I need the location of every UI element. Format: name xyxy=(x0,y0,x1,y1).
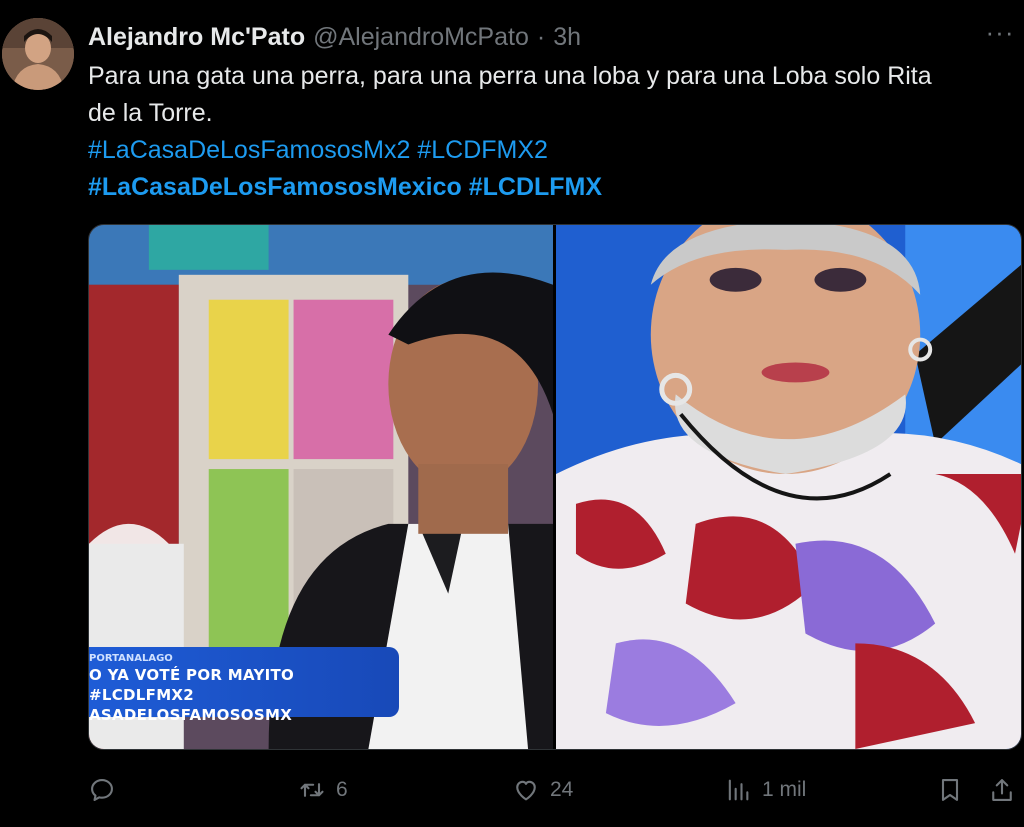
views-button[interactable]: 1 mil xyxy=(724,770,806,810)
retweet-count: 6 xyxy=(336,778,348,801)
tweet-text-line: Para una gata una perra, para una perra … xyxy=(88,62,932,90)
reply-icon xyxy=(91,779,113,801)
media-image-left[interactable]: PORTANALAGO O YA VOTÉ POR MAYITO #LCDLFM… xyxy=(89,225,553,749)
timestamp[interactable]: 3h xyxy=(553,23,581,52)
views-count: 1 mil xyxy=(762,778,807,801)
banner-text: O YA VOTÉ POR MAYITO #LCDLFMX2 xyxy=(89,666,295,704)
banner-text: ASADELOSFAMOSOSMX xyxy=(89,706,293,724)
hashtag-link[interactable]: #LCDLFMX xyxy=(469,173,602,201)
tweet-header: Alejandro Mc'Pato @AlejandroMcPato · 3h xyxy=(88,20,944,54)
reply-button[interactable] xyxy=(88,770,126,810)
like-button[interactable]: 24 xyxy=(512,770,573,810)
hashtag-row: #LaCasaDeLosFamososMexico #LCDLFMX xyxy=(88,169,1016,206)
like-count: 24 xyxy=(550,778,574,801)
views-chart-icon xyxy=(728,779,749,801)
hashtag-row: #LaCasaDeLosFamososMx2 #LCDFMX2 xyxy=(88,132,1016,169)
heart-icon xyxy=(516,780,536,801)
tweet: Alejandro Mc'Pato @AlejandroMcPato · 3h … xyxy=(0,0,1024,827)
tv-caption-banner: PORTANALAGO O YA VOTÉ POR MAYITO #LCDLFM… xyxy=(89,647,399,724)
banner-label: PORTANALAGO xyxy=(89,653,173,664)
display-name[interactable]: Alejandro Mc'Pato xyxy=(88,23,305,52)
bookmark-icon xyxy=(941,779,959,801)
avatar-image xyxy=(2,18,74,90)
share-button[interactable] xyxy=(988,770,1016,810)
action-bar: 6 24 1 mil xyxy=(88,770,1024,810)
tweet-text-line: de la Torre. xyxy=(88,99,213,127)
separator-dot: · xyxy=(536,22,546,51)
costume-portrait-photo xyxy=(556,225,1021,749)
media-image-right[interactable] xyxy=(556,225,1021,749)
share-icon xyxy=(992,779,1012,801)
tweet-text: Para una gata una perra, para una perra … xyxy=(88,58,1016,206)
hashtag-link[interactable]: #LaCasaDeLosFamososMexico xyxy=(88,173,462,201)
bookmark-button[interactable] xyxy=(936,770,964,810)
retweet-button[interactable]: 6 xyxy=(298,770,348,810)
hashtag-link[interactable]: #LaCasaDeLosFamososMx2 xyxy=(88,136,410,164)
media-grid[interactable]: PORTANALAGO O YA VOTÉ POR MAYITO #LCDLFM… xyxy=(88,224,1022,750)
retweet-icon xyxy=(300,783,324,797)
more-options-icon[interactable]: ··· xyxy=(982,19,1018,50)
hashtag-link[interactable]: #LCDFMX2 xyxy=(417,136,548,164)
avatar[interactable] xyxy=(2,18,74,90)
handle[interactable]: @AlejandroMcPato xyxy=(313,23,529,52)
